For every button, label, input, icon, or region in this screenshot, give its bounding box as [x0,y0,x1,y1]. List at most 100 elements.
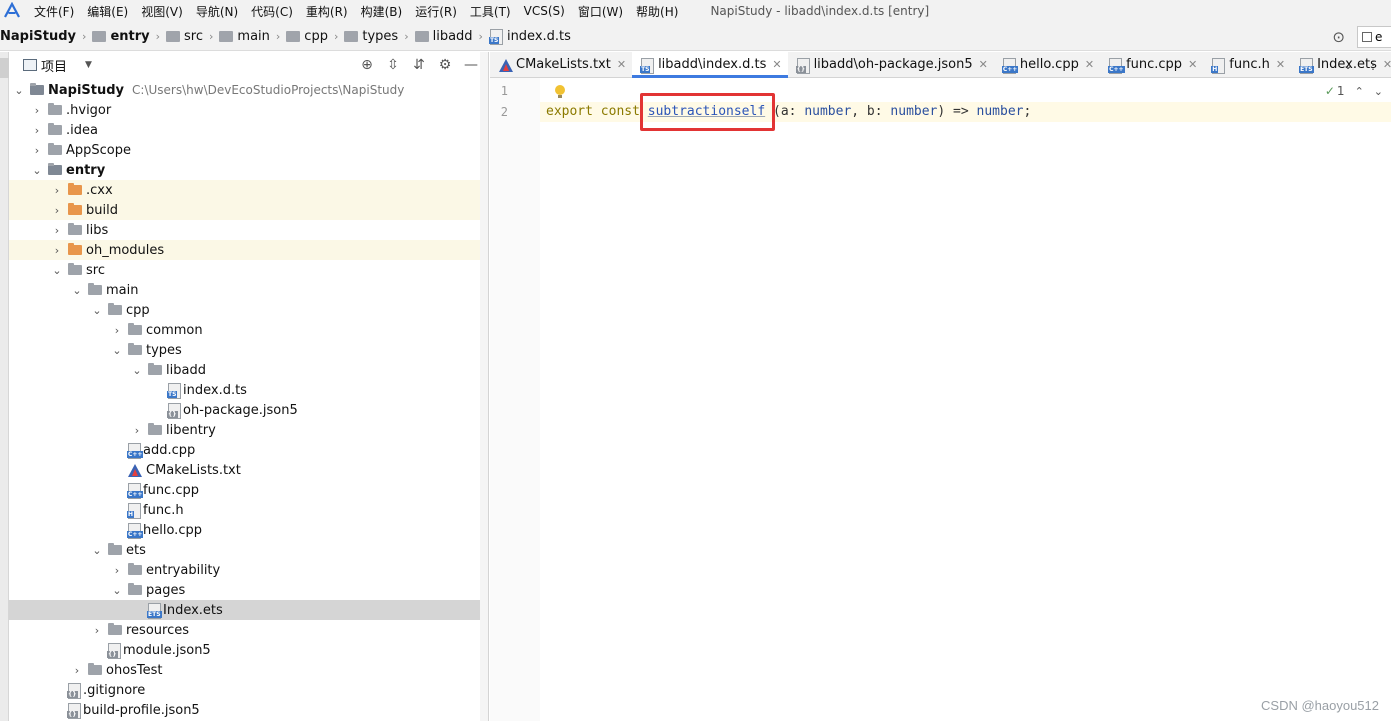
close-icon[interactable]: ✕ [772,58,781,71]
tree-row[interactable]: ⌄ main [9,280,488,300]
tree-row[interactable]: › .idea [9,120,488,140]
tree-row[interactable]: › common [9,320,488,340]
locate-icon[interactable]: ⊕ [354,57,380,73]
tree-row[interactable]: › .cxx [9,180,488,200]
chevron-down-icon[interactable]: ⌄ [71,284,83,297]
tab-list-dropdown[interactable]: ⌄ ⋮ [1343,52,1379,78]
close-icon[interactable]: ✕ [1085,58,1094,71]
chevron-down-icon[interactable]: ⌄ [111,344,123,357]
chevron-down-icon[interactable]: ⌄ [91,544,103,557]
chevron-down-icon[interactable]: ⌄ [13,84,25,97]
menu-tools[interactable]: 工具(T) [470,3,511,20]
tree-row[interactable]: ·CMakeLists.txt [9,460,488,480]
chevron-right-icon[interactable]: › [111,564,123,577]
menu-navigate[interactable]: 导航(N) [196,3,238,20]
tree-row[interactable]: ⌄ libadd [9,360,488,380]
chevron-up-icon[interactable]: ⌃ [1355,85,1364,98]
menu-vcs[interactable]: VCS(S) [524,4,565,18]
tree-row[interactable]: ⌄ src [9,260,488,280]
tree-row[interactable]: ·oh-package.json5 [9,400,488,420]
inspection-widget[interactable]: ✓ 1 ⌃ ⌄ [1325,84,1383,98]
chevron-down-icon[interactable]: ⌄ [91,304,103,317]
breadcrumb-entry[interactable]: entry [92,29,150,44]
tree-row[interactable]: › ohosTest [9,660,488,680]
menu-file[interactable]: 文件(F) [34,3,74,20]
chevron-down-icon[interactable]: ⌄ [111,584,123,597]
chevron-down-icon[interactable]: ⌄ [1343,58,1353,72]
chevron-right-icon[interactable]: › [91,624,103,637]
chevron-down-icon[interactable]: ⌄ [131,364,143,377]
tree-row[interactable]: › AppScope [9,140,488,160]
tree-row[interactable]: ·add.cpp [9,440,488,460]
chevron-right-icon[interactable]: › [51,204,63,217]
menu-edit[interactable]: 编辑(E) [87,3,128,20]
tree-row[interactable]: › .hvigor [9,100,488,120]
tree-row[interactable]: › entryability [9,560,488,580]
tab-oh-package[interactable]: libadd\oh-package.json5 ✕ [788,52,994,77]
menu-refactor[interactable]: 重构(R) [306,3,348,20]
project-panel-title[interactable]: 项目 [41,56,67,75]
expand-all-icon[interactable]: ⇳ [380,57,406,73]
tree-row[interactable]: ·.gitignore [9,680,488,700]
tree-row[interactable]: ·build-profile.json5 [9,700,488,720]
tree-row[interactable]: ⌄ ets [9,540,488,560]
tree-row[interactable]: › oh_modules [9,240,488,260]
project-scrollbar[interactable] [480,52,488,721]
chevron-right-icon[interactable]: › [51,244,63,257]
close-icon[interactable]: ✕ [1188,58,1197,71]
close-icon[interactable]: ✕ [1276,58,1285,71]
tree-row[interactable]: ⌄ types [9,340,488,360]
chevron-down-icon[interactable]: ⌄ [31,164,43,177]
breadcrumb-cpp[interactable]: cpp [286,29,328,44]
tab-hello-cpp[interactable]: hello.cpp ✕ [994,52,1100,77]
tree-row[interactable]: ⌄ cpp [9,300,488,320]
tree-row[interactable]: ⌄ pages [9,580,488,600]
tree-row[interactable]: › build [9,200,488,220]
more-icon[interactable]: ⋮ [1367,58,1379,72]
chevron-right-icon[interactable]: › [31,144,43,157]
chevron-right-icon[interactable]: › [111,324,123,337]
close-icon[interactable]: ✕ [1383,58,1391,71]
tree-row[interactable]: ·func.cpp [9,480,488,500]
tree-row-root[interactable]: ⌄ NapiStudy C:\Users\hw\DevEcoStudioProj… [9,80,488,100]
tree-row[interactable]: ⌄ entry [9,160,488,180]
menu-build[interactable]: 构建(B) [361,3,403,20]
breadcrumb-src[interactable]: src [166,29,203,44]
chevron-down-icon[interactable]: ⌄ [1374,85,1383,98]
chevron-down-icon[interactable]: ⌄ [51,264,63,277]
tree-row-selected[interactable]: ·Index.ets [9,600,488,620]
close-icon[interactable]: ✕ [979,58,988,71]
menu-window[interactable]: 窗口(W) [578,3,623,20]
chevron-right-icon[interactable]: › [51,224,63,237]
breadcrumb-main[interactable]: main [219,29,270,44]
collapse-all-icon[interactable]: ⇵ [406,57,432,73]
tree-row[interactable]: ·func.h [9,500,488,520]
menu-help[interactable]: 帮助(H) [636,3,678,20]
gear-icon[interactable]: ⚙ [432,57,458,73]
run-config-selector[interactable]: e [1357,25,1391,48]
chevron-down-icon[interactable]: ▼ [85,60,92,70]
menu-run[interactable]: 运行(R) [415,3,457,20]
close-icon[interactable]: ✕ [617,58,626,71]
tree-row[interactable]: ·index.d.ts [9,380,488,400]
tree-row[interactable]: ·module.json5 [9,640,488,660]
breadcrumb-file[interactable]: index.d.ts [488,29,571,45]
tab-cmakelists[interactable]: CMakeLists.txt ✕ [490,52,632,77]
menu-view[interactable]: 视图(V) [141,3,183,20]
breadcrumb-libadd[interactable]: libadd [414,29,473,44]
tree-row[interactable]: › libentry [9,420,488,440]
chevron-right-icon[interactable]: › [51,184,63,197]
tree-row[interactable]: ·hello.cpp [9,520,488,540]
chevron-right-icon[interactable]: › [131,424,143,437]
chevron-right-icon[interactable]: › [31,124,43,137]
target-icon[interactable]: ⊙ [1332,28,1345,46]
tab-func-cpp[interactable]: func.cpp ✕ [1100,52,1203,77]
code-editor[interactable]: export const subtractionself (a: number,… [540,78,1391,721]
tree-row[interactable]: › resources [9,620,488,640]
chevron-right-icon[interactable]: › [71,664,83,677]
chevron-right-icon[interactable]: › [31,104,43,117]
breadcrumb-project[interactable]: NapiStudy [0,29,76,44]
lightbulb-icon[interactable] [554,85,566,99]
tab-index-d-ts[interactable]: libadd\index.d.ts ✕ [632,52,788,78]
tree-row[interactable]: › libs [9,220,488,240]
